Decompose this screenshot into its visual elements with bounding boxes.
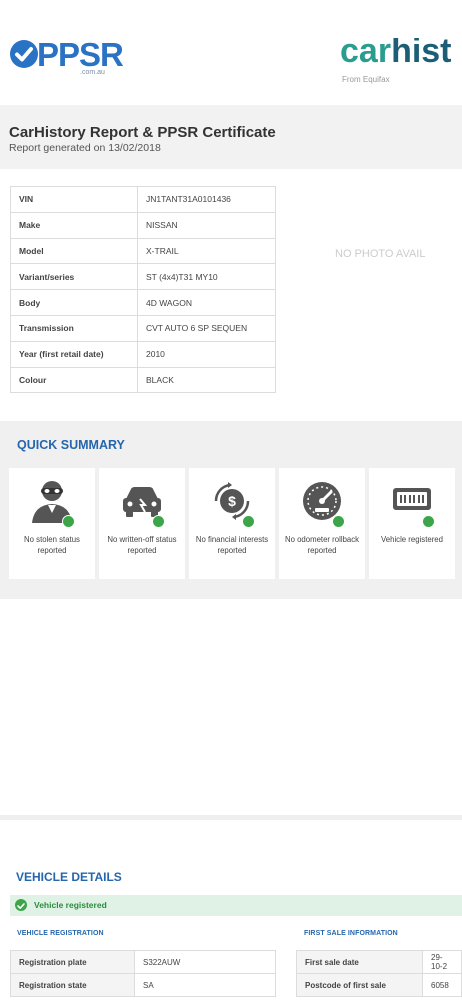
row-value: 2010: [137, 340, 276, 368]
check-icon: [62, 515, 75, 528]
check-icon: [15, 899, 27, 911]
summary-card-registered: Vehicle registered: [369, 468, 455, 579]
vehicle-details-title: VEHICLE DETAILS: [16, 870, 122, 884]
carhist-logo-sub: From Equifax: [342, 75, 390, 84]
registration-table: Registration plate S322AUW Registration s…: [10, 950, 276, 997]
row-value: X-TRAIL: [137, 237, 276, 265]
summary-label: No written-off status reported: [107, 535, 177, 555]
first-sale-heading: FIRST SALE INFORMATION: [304, 930, 398, 937]
row-label: Year (first retail date): [10, 340, 138, 368]
row-label: VIN: [10, 186, 138, 213]
report-generated-date: Report generated on 13/02/2018: [9, 142, 161, 154]
table-row: Model X-TRAIL: [10, 237, 276, 265]
table-row: Postcode of first sale 6058: [296, 973, 462, 997]
row-value: CVT AUTO 6 SP SEQUEN: [137, 314, 276, 342]
row-label: Colour: [10, 366, 138, 394]
vehicle-summary-table: VIN JN1TANT31A0101436 Make NISSAN Model X-T…: [10, 186, 276, 394]
row-value: 29-10-2: [422, 950, 462, 974]
summary-card-financial: $ No financial interests reported: [189, 468, 275, 579]
quick-summary-title: QUICK SUMMARY: [17, 438, 125, 452]
table-row: Transmission CVT AUTO 6 SP SEQUEN: [10, 314, 276, 342]
table-row: Variant/series ST (4x4)T31 MY10: [10, 263, 276, 291]
carhist-logo-hist: hist: [391, 38, 452, 70]
summary-card-odometer: No odometer rollback reported: [279, 468, 365, 579]
row-label: Transmission: [10, 314, 138, 342]
section-divider: [0, 815, 462, 820]
row-value: ST (4x4)T31 MY10: [137, 263, 276, 291]
row-label: Make: [10, 211, 138, 239]
summary-label: No odometer rollback reported: [284, 535, 360, 555]
report-title: CarHistory Report & PPSR Certificate: [9, 124, 276, 141]
registration-heading: VEHICLE REGISTRATION: [17, 930, 104, 937]
row-value: SA: [134, 973, 276, 997]
summary-label: No financial interests reported: [195, 535, 269, 555]
table-row: Body 4D WAGON: [10, 289, 276, 316]
row-label: First sale date: [296, 950, 423, 974]
svg-text:$: $: [228, 493, 236, 509]
check-icon: [242, 515, 255, 528]
check-icon: [152, 515, 165, 528]
row-label: Model: [10, 237, 138, 265]
ppsr-check-icon: [10, 40, 38, 68]
row-label: Body: [10, 289, 138, 316]
row-label: Registration state: [10, 973, 135, 997]
summary-card-stolen: No stolen status reported: [9, 468, 95, 579]
summary-card-written-off: No written-off status reported: [99, 468, 185, 579]
row-label: Variant/series: [10, 263, 138, 291]
row-value: S322AUW: [134, 950, 276, 974]
row-value: BLACK: [137, 366, 276, 394]
summary-label: No stolen status reported: [24, 535, 80, 555]
table-row: Make NISSAN: [10, 211, 276, 239]
table-row: VIN JN1TANT31A0101436: [10, 186, 276, 213]
carhist-logo-car: car: [340, 38, 392, 70]
report-title-band: CarHistory Report & PPSR Certificate Rep…: [0, 105, 462, 169]
table-row: Registration state SA: [10, 973, 276, 997]
carhistory-logo: carhist From Equifax: [340, 38, 462, 90]
check-icon: [332, 515, 345, 528]
row-value: 4D WAGON: [137, 289, 276, 316]
row-label: Registration plate: [10, 950, 135, 974]
row-value: JN1TANT31A0101436: [137, 186, 276, 213]
table-row: First sale date 29-10-2: [296, 950, 462, 974]
first-sale-table: First sale date 29-10-2 Postcode of first…: [296, 950, 462, 997]
row-label: Postcode of first sale: [296, 973, 423, 997]
vehicle-status-banner: Vehicle registered: [10, 895, 462, 916]
table-row: Colour BLACK: [10, 366, 276, 394]
vehicle-status-text: Vehicle registered: [34, 900, 107, 910]
table-row: Registration plate S322AUW: [10, 950, 276, 974]
table-row: Year (first retail date) 2010: [10, 340, 276, 368]
no-photo-placeholder: NO PHOTO AVAIL: [335, 248, 426, 260]
row-value: NISSAN: [137, 211, 276, 239]
row-value: 6058: [422, 973, 462, 997]
check-icon: [422, 515, 435, 528]
ppsr-logo-sub: .com.au: [80, 69, 105, 76]
summary-label: Vehicle registered: [381, 535, 443, 544]
